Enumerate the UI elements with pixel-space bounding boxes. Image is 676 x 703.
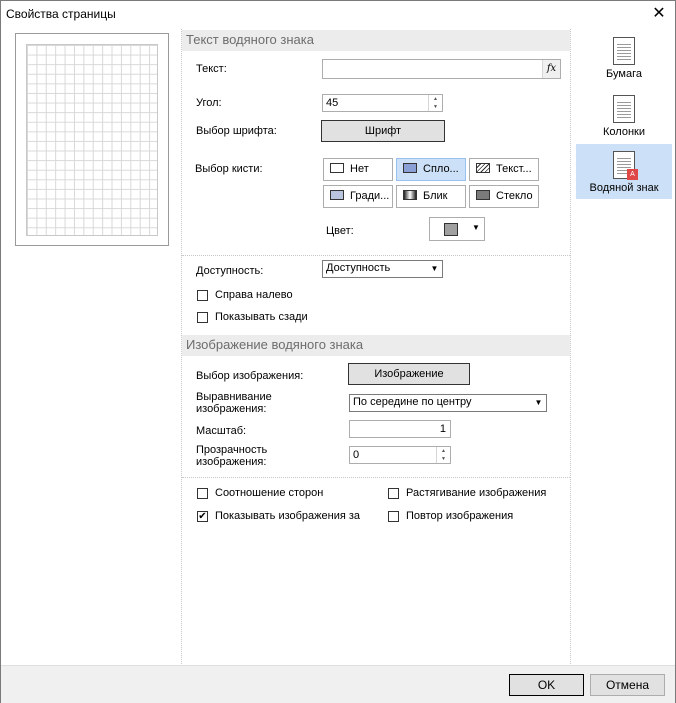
fx-button[interactable]: fx (542, 60, 560, 78)
aspect-ratio-label: Соотношение сторон (215, 487, 324, 499)
brush-gradient-button[interactable]: Гради... (323, 185, 393, 208)
brush-none-swatch-icon (330, 163, 344, 173)
sidebar-item-label: Бумага (606, 68, 642, 80)
font-select-label: Выбор шрифта: (196, 125, 277, 137)
scale-label: Масштаб: (196, 425, 247, 437)
right-to-left-checkbox[interactable] (197, 290, 208, 301)
brush-glare-swatch-icon (403, 190, 417, 200)
transparency-value: 0 (353, 449, 360, 461)
color-swatch-icon (444, 223, 458, 236)
separator-2 (182, 477, 570, 478)
brush-solid-button[interactable]: Спло... (396, 158, 466, 181)
ok-button[interactable]: OK (509, 674, 584, 696)
angle-value: 45 (326, 97, 339, 109)
brush-gradient-swatch-icon (330, 190, 344, 200)
brush-glass-button[interactable]: Стекло (469, 185, 539, 208)
sidebar-item-paper[interactable]: Бумага (576, 37, 672, 87)
page-properties-dialog: Свойства страницы ✕ Текст водяного знака… (0, 0, 676, 703)
watermark-image-header: Изображение водяного знака (182, 335, 570, 356)
separator-1 (182, 255, 570, 256)
brush-gradient-label: Гради... (350, 190, 390, 202)
aspect-ratio-checkbox[interactable] (197, 488, 208, 499)
image-align-value: По середине по центру (353, 396, 472, 408)
page-preview (15, 33, 169, 246)
brush-select-label: Выбор кисти: (195, 163, 263, 175)
spinner-arrows-icon[interactable]: ▲ ▼ (428, 95, 442, 111)
brush-none-button[interactable]: Нет (323, 158, 393, 181)
transparency-label-line1: Прозрачность (196, 444, 268, 456)
dialog-button-bar: OK Отмена (1, 665, 675, 703)
image-select-label: Выбор изображения: (196, 370, 304, 382)
preview-grid (26, 44, 158, 236)
sidebar-item-watermark[interactable]: A Водяной знак (576, 144, 672, 199)
stretch-image-label: Растягивание изображения (406, 487, 547, 499)
sidebar-item-label: Водяной знак (589, 182, 659, 194)
font-button[interactable]: Шрифт (321, 120, 445, 142)
show-images-behind-checkbox[interactable]: ✔ (197, 511, 208, 522)
brush-solid-label: Спло... (423, 163, 459, 175)
brush-glass-label: Стекло (496, 190, 533, 202)
brush-glass-swatch-icon (476, 190, 490, 200)
spinner-arrows-icon[interactable]: ▲ ▼ (436, 447, 450, 463)
stretch-image-checkbox[interactable] (388, 488, 399, 499)
show-behind-checkbox[interactable] (197, 312, 208, 323)
close-icon: ✕ (652, 5, 666, 22)
cancel-button[interactable]: Отмена (590, 674, 665, 696)
brush-texture-label: Текст... (496, 163, 532, 175)
show-images-behind-label: Показывать изображения за (215, 510, 361, 522)
brush-texture-button[interactable]: Текст... (469, 158, 539, 181)
image-align-select[interactable]: По середине по центру ▼ (349, 394, 547, 412)
tile-image-checkbox[interactable] (388, 511, 399, 522)
color-label: Цвет: (326, 225, 354, 237)
text-label: Текст: (196, 63, 227, 75)
brush-none-label: Нет (350, 163, 369, 175)
paper-icon (613, 37, 635, 65)
columns-icon (613, 95, 635, 123)
image-align-label-line2: изображения: (196, 403, 267, 415)
brush-texture-swatch-icon (476, 163, 490, 173)
watermark-icon: A (613, 151, 638, 180)
scale-input[interactable]: 1 (349, 420, 451, 438)
chevron-down-icon: ▼ (430, 264, 439, 273)
image-button[interactable]: Изображение (348, 363, 470, 385)
availability-label: Доступность: (196, 265, 264, 277)
chevron-down-icon: ▼ (472, 223, 480, 232)
chevron-down-icon: ▼ (534, 398, 543, 407)
title-bar: Свойства страницы ✕ (1, 1, 675, 29)
checkmark-icon: ✔ (198, 511, 207, 522)
show-behind-label: Показывать сзади (215, 311, 308, 323)
close-button[interactable]: ✕ (647, 3, 671, 25)
brush-solid-swatch-icon (403, 163, 417, 173)
sidebar-item-label: Колонки (603, 126, 645, 138)
scale-value: 1 (439, 423, 446, 435)
watermark-text-input[interactable]: fx (322, 59, 561, 79)
image-align-label-line1: Выравнивание (196, 391, 272, 403)
window-title: Свойства страницы (6, 7, 116, 21)
right-to-left-label: Справа налево (215, 289, 293, 301)
availability-value: Доступность (326, 262, 391, 274)
transparency-spinner[interactable]: 0 ▲ ▼ (349, 446, 451, 464)
brush-glare-button[interactable]: Блик (396, 185, 466, 208)
transparency-label-line2: изображения: (196, 456, 267, 468)
watermark-text-header: Текст водяного знака (182, 30, 570, 51)
angle-spinner[interactable]: 45 ▲ ▼ (322, 94, 443, 112)
sidebar-item-columns[interactable]: Колонки (576, 95, 672, 145)
color-picker-button[interactable]: ▼ (429, 217, 485, 241)
angle-label: Угол: (196, 97, 222, 109)
availability-select[interactable]: Доступность ▼ (322, 260, 443, 278)
tile-image-label: Повтор изображения (406, 510, 514, 522)
brush-glare-label: Блик (423, 190, 448, 202)
fx-icon: fx (546, 63, 557, 74)
